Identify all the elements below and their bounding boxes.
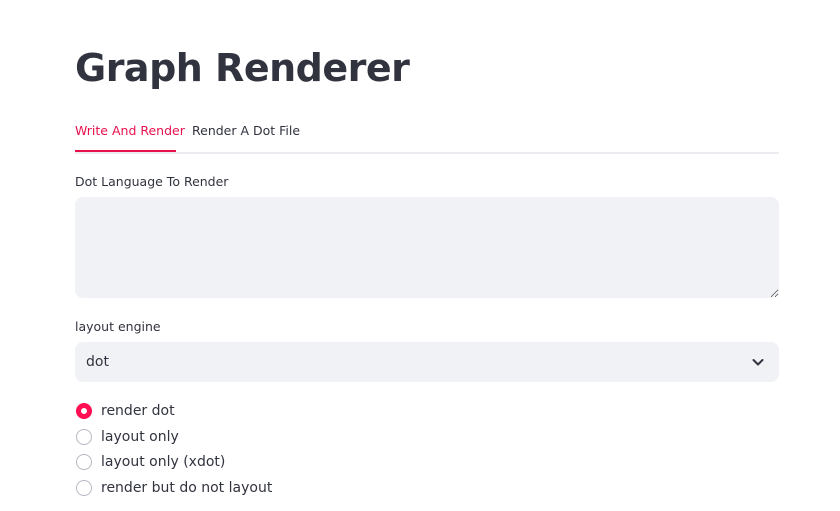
dot-language-textarea[interactable] [75, 197, 779, 298]
radio-label: layout only (xdot) [101, 454, 226, 470]
layout-engine-select[interactable]: dot [75, 342, 779, 382]
radio-unchecked-icon [76, 428, 92, 445]
radio-label: render dot [101, 403, 175, 419]
radio-checked-icon [76, 403, 92, 419]
radio-label: render but do not layout [101, 479, 273, 496]
page-title: Graph Renderer [75, 46, 410, 90]
tab-bar: Write And Render Render A Dot File [75, 112, 779, 154]
tab-render-a-dot-file[interactable]: Render A Dot File [192, 112, 300, 150]
radio-unchecked-icon [76, 479, 92, 496]
active-tab-indicator [75, 150, 176, 152]
layout-engine-selected-value: dot [86, 354, 109, 370]
radio-unchecked-icon [76, 454, 92, 470]
app-page: Graph Renderer Write And Render Render A… [0, 0, 840, 511]
tab-write-and-render[interactable]: Write And Render [75, 112, 185, 150]
dot-input-label: Dot Language To Render [75, 174, 229, 189]
layout-engine-label: layout engine [75, 319, 161, 334]
radio-label: layout only [101, 428, 179, 445]
chevron-down-icon [752, 359, 764, 366]
